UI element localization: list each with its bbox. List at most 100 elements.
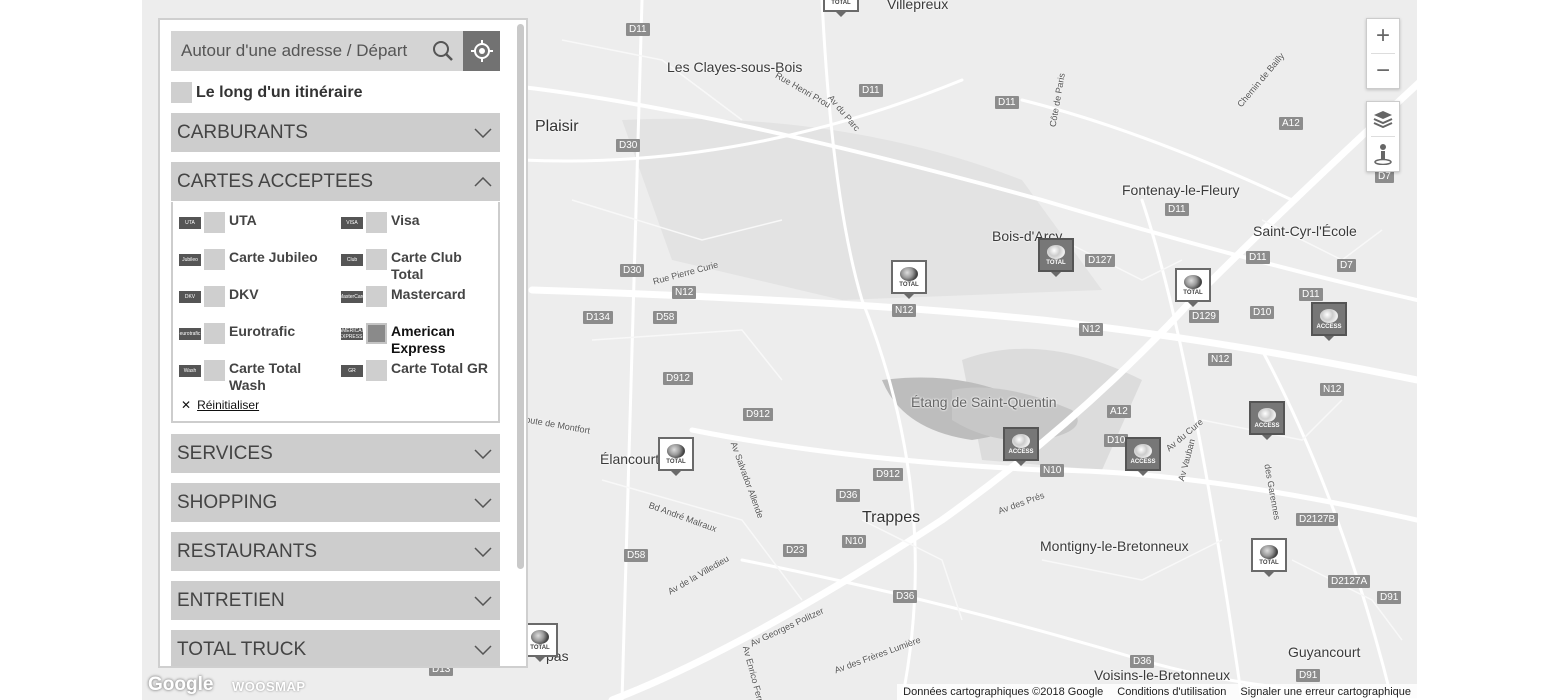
road-shield: D30 [620, 264, 645, 277]
street-view-icon[interactable] [1367, 137, 1399, 171]
card-label: UTA [229, 212, 257, 228]
station-marker[interactable]: TOTAL [1175, 268, 1211, 307]
card-checkbox[interactable] [204, 286, 225, 307]
station-marker[interactable]: TOTAL [891, 260, 927, 299]
section-entretien[interactable]: ENTRETIEN [171, 581, 500, 620]
road-shield: D134 [583, 311, 613, 324]
search-icon[interactable] [423, 31, 463, 71]
visa-logo: VISA [341, 217, 363, 229]
card-checkbox-checked[interactable] [366, 323, 387, 344]
terms-link[interactable]: Conditions d'utilisation [1117, 686, 1226, 698]
google-logo: Google [148, 674, 214, 695]
place-trappes: Trappes [862, 509, 921, 526]
road-shield: A12 [1107, 405, 1131, 418]
road-shield: D7 [1337, 259, 1356, 272]
road-shield: N10 [842, 535, 867, 548]
card-label: Carte Total Wash [229, 360, 302, 393]
place-guyancourt: Guyancourt [1288, 644, 1361, 660]
section-services[interactable]: SERVICES [171, 434, 500, 473]
road-shield: N12 [672, 286, 697, 299]
crosshair-icon[interactable] [463, 31, 500, 71]
card-option-mastercard[interactable]: MasterCard Mastercard [341, 286, 466, 307]
card-option-club-total[interactable]: Club Carte Club Total [341, 249, 498, 283]
road-shield: D2127B [1296, 513, 1339, 526]
road-shield: N12 [892, 304, 917, 317]
section-cartes[interactable]: CARTES ACCEPTEES [171, 162, 500, 201]
chevron-down-icon [474, 546, 492, 557]
section-restaurants[interactable]: RESTAURANTS [171, 532, 500, 571]
itinerary-option[interactable]: Le long d'un itinéraire [171, 82, 362, 103]
chevron-down-icon [474, 448, 492, 459]
chevron-down-icon [474, 644, 492, 655]
road-shield: D127 [1085, 254, 1115, 267]
card-label: Mastercard [391, 286, 466, 302]
station-marker[interactable]: TOTAL [658, 437, 694, 476]
card-checkbox[interactable] [366, 286, 387, 307]
map-footer: Données cartographiques ©2018 Google Con… [897, 684, 1417, 700]
section-title: SERVICES [177, 442, 273, 464]
section-carburants[interactable]: CARBURANTS [171, 113, 500, 152]
address-search: Autour d'une adresse / Départ [171, 31, 500, 71]
card-checkbox[interactable] [204, 212, 225, 233]
road-shield: D11 [859, 84, 883, 97]
station-marker-access[interactable]: ACCESS [1003, 427, 1039, 466]
place-voisins: Voisins-le-Bretonneux [1094, 667, 1231, 683]
chevron-down-icon [474, 127, 492, 138]
card-checkbox[interactable] [366, 360, 387, 381]
section-title: CARTES ACCEPTEES [177, 170, 374, 192]
road-shield: D912 [743, 408, 773, 421]
place-elancourt: Élancourt [600, 451, 660, 467]
station-marker[interactable]: TOTAL [823, 0, 859, 17]
road-shield: D11 [995, 96, 1019, 109]
cards-list: UTA UTA VISA Visa Jubileo Carte Jubileo … [171, 202, 500, 423]
road-shield: D11 [1299, 288, 1323, 301]
itinerary-label: Le long d'un itinéraire [196, 83, 363, 101]
search-input[interactable]: Autour d'une adresse / Départ [171, 41, 423, 61]
gr-logo: GR [341, 365, 363, 377]
card-checkbox[interactable] [204, 360, 225, 381]
itinerary-checkbox[interactable] [171, 82, 192, 103]
section-title: RESTAURANTS [177, 540, 318, 562]
station-marker[interactable]: TOTAL [1251, 538, 1287, 577]
card-option-eurotrafic[interactable]: eurotrafic Eurotrafic [179, 323, 295, 344]
road-shield: N12 [1320, 383, 1345, 396]
road-shield: D36 [893, 590, 918, 603]
panel-scrollbar[interactable] [517, 24, 524, 569]
zoom-in-button[interactable]: + [1367, 19, 1399, 53]
road-shield: D91 [1296, 669, 1321, 682]
card-option-uta[interactable]: UTA UTA [179, 212, 257, 233]
place-fontenay: Fontenay-le-Fleury [1122, 182, 1240, 198]
card-checkbox[interactable] [204, 323, 225, 344]
section-shopping[interactable]: SHOPPING [171, 483, 500, 522]
road-shield: D36 [836, 489, 861, 502]
station-marker-access[interactable]: ACCESS [1311, 302, 1347, 341]
card-checkbox[interactable] [204, 249, 225, 270]
reset-filters[interactable]: ✕ Réinitialiser [181, 398, 259, 412]
station-marker-access[interactable]: TOTAL [1038, 238, 1074, 277]
road-shield: D2127A [1328, 575, 1371, 588]
map-data-credit: Données cartographiques ©2018 Google [903, 686, 1104, 698]
card-option-wash[interactable]: Wash Carte Total Wash [179, 360, 309, 394]
reset-link[interactable]: Réinitialiser [197, 398, 259, 412]
card-option-dkv[interactable]: DKV DKV [179, 286, 259, 307]
card-option-gr[interactable]: GR Carte Total GR [341, 360, 488, 381]
card-option-amex[interactable]: AMERICAN EXPRESS American Express [341, 323, 461, 357]
card-checkbox[interactable] [365, 249, 387, 270]
card-checkbox[interactable] [366, 212, 387, 233]
layers-icon[interactable] [1367, 102, 1399, 136]
card-label: Visa [391, 212, 420, 228]
road-shield: N12 [1208, 353, 1233, 366]
card-option-jubileo[interactable]: Jubileo Carte Jubileo [179, 249, 318, 270]
card-option-visa[interactable]: VISA Visa [341, 212, 420, 233]
zoom-out-button[interactable]: − [1367, 54, 1399, 88]
card-label: American Express [391, 323, 455, 356]
zoom-control: + − [1366, 18, 1400, 89]
close-icon: ✕ [181, 398, 192, 412]
section-total-truck[interactable]: TOTAL TRUCK [171, 630, 500, 666]
report-error-link[interactable]: Signaler une erreur cartographique [1240, 686, 1411, 698]
road-shield: D129 [1189, 310, 1219, 323]
station-marker-access[interactable]: ACCESS [1125, 437, 1161, 476]
road-shield: D912 [873, 468, 903, 481]
station-marker-access[interactable]: ACCESS [1249, 401, 1285, 440]
amex-logo: AMERICAN EXPRESS [341, 328, 363, 340]
